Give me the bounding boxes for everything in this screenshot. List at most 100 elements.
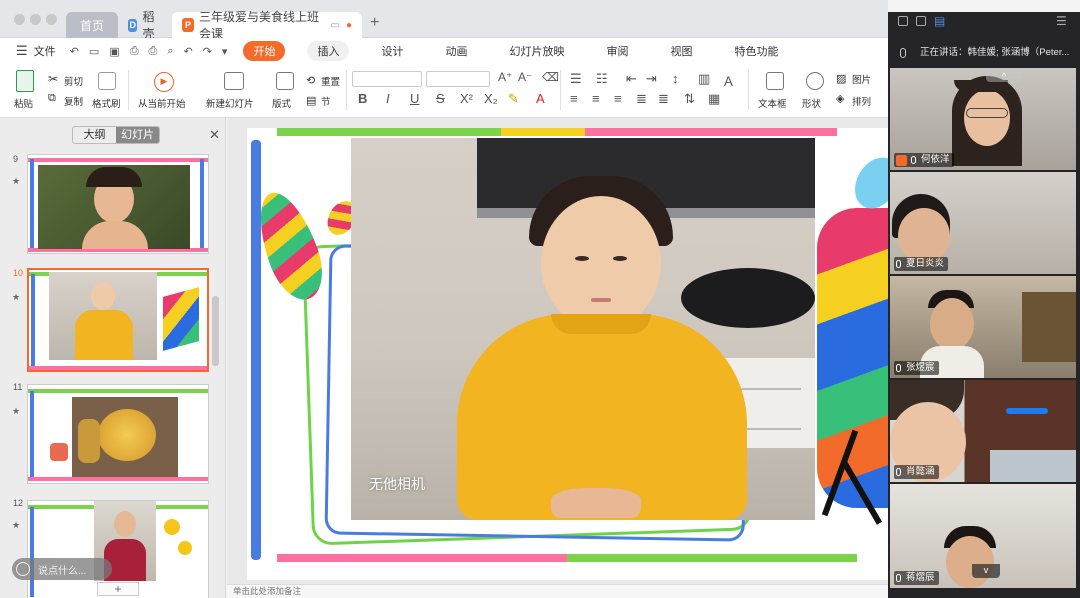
- menu-slideshow[interactable]: 幻灯片放映: [499, 41, 574, 61]
- slides-tab[interactable]: 幻灯片: [116, 127, 159, 143]
- hamburger-menu-icon[interactable]: ☰: [16, 43, 28, 59]
- menu-review[interactable]: 审阅: [596, 41, 638, 61]
- font-size-select[interactable]: [426, 71, 490, 87]
- slide-thumbnail-9[interactable]: [27, 154, 209, 254]
- bullet-list-icon[interactable]: ☰: [570, 71, 582, 87]
- window-minimize-dot[interactable]: [30, 14, 41, 25]
- participant-tile[interactable]: ^ 何依洋: [890, 68, 1076, 170]
- menu-design[interactable]: 设计: [371, 41, 413, 61]
- bold-icon[interactable]: B: [358, 91, 367, 106]
- play-icon[interactable]: ▶: [154, 72, 174, 92]
- layout-icon[interactable]: [276, 72, 294, 90]
- shape-icon[interactable]: [806, 72, 824, 90]
- preview-icon[interactable]: ⌕: [167, 45, 173, 58]
- play-from-current-button[interactable]: 从当前开始: [138, 96, 186, 110]
- slide-thumbnail-11[interactable]: [27, 384, 209, 484]
- participant-tile[interactable]: 肖懿涵: [890, 380, 1076, 482]
- highlight-color-icon[interactable]: ✎: [508, 91, 519, 107]
- section-button[interactable]: 节: [321, 94, 331, 108]
- new-slide-button[interactable]: 新建幻灯片: [206, 96, 254, 110]
- expand-chevron-icon[interactable]: v: [972, 564, 1000, 578]
- layout-switch-icon[interactable]: ▤: [934, 14, 945, 28]
- reset-button[interactable]: 重置: [321, 74, 340, 88]
- format-painter-icon[interactable]: [98, 72, 116, 90]
- export-icon[interactable]: ⎙: [130, 45, 139, 58]
- clear-format-icon[interactable]: ⌫: [542, 70, 559, 84]
- font-family-select[interactable]: [352, 71, 422, 87]
- italic-icon[interactable]: I: [386, 91, 390, 106]
- menu-animation[interactable]: 动画: [435, 41, 477, 61]
- open-folder-icon[interactable]: ▭: [89, 45, 99, 58]
- tab-document[interactable]: P 三年级爱与美食线上班会课 ▭ ●: [172, 10, 362, 41]
- menu-icon[interactable]: ☰: [1056, 14, 1067, 28]
- layout-button[interactable]: 版式: [272, 96, 291, 110]
- notes-field[interactable]: 单击此处添加备注: [227, 584, 888, 598]
- increase-font-icon[interactable]: A⁺: [498, 70, 512, 84]
- participant-tile[interactable]: 夏日炎炎: [890, 172, 1076, 274]
- cut-button[interactable]: 剪切: [64, 74, 83, 88]
- copy-button[interactable]: 复制: [64, 94, 83, 108]
- justify-icon[interactable]: ≣: [636, 91, 647, 107]
- shape-button[interactable]: 形状: [802, 96, 821, 110]
- window-icon[interactable]: [916, 16, 926, 26]
- outline-tab[interactable]: 大纲: [73, 127, 116, 143]
- column-icon[interactable]: ▥: [698, 71, 710, 87]
- menu-special[interactable]: 特色功能: [724, 41, 788, 61]
- underline-icon[interactable]: U: [410, 91, 419, 106]
- tab-daoke[interactable]: D 稻壳: [118, 10, 170, 41]
- save-icon[interactable]: ▣: [109, 45, 119, 58]
- decrease-indent-icon[interactable]: ⇤: [626, 71, 637, 87]
- smart-art-icon[interactable]: ▦: [708, 91, 720, 107]
- paste-icon[interactable]: [16, 70, 34, 92]
- undo-icon[interactable]: ↶: [70, 45, 79, 58]
- back-icon[interactable]: ↶: [183, 45, 192, 58]
- distributed-icon[interactable]: ≣: [658, 91, 669, 107]
- text-align-icon[interactable]: ⇅: [684, 91, 695, 107]
- window-icon[interactable]: ▭: [331, 20, 340, 31]
- line-spacing-icon[interactable]: ↕: [672, 71, 679, 86]
- strikethrough-icon[interactable]: S: [436, 91, 445, 106]
- current-slide[interactable]: 无他相机: [247, 128, 888, 580]
- tab-home[interactable]: 首页: [66, 12, 118, 38]
- decrease-font-icon[interactable]: A⁻: [518, 70, 532, 84]
- scissors-icon[interactable]: ✂: [48, 72, 58, 86]
- text-direction-icon[interactable]: Ａ: [722, 71, 735, 90]
- quick-access-dropdown-icon[interactable]: ▾: [222, 45, 228, 58]
- arrange-icon[interactable]: ◈: [836, 92, 844, 105]
- participant-tile[interactable]: 张煜宸: [890, 276, 1076, 378]
- reset-icon[interactable]: ⟲: [306, 74, 315, 87]
- arrange-button[interactable]: 排列: [852, 94, 871, 108]
- add-slide-button[interactable]: +: [97, 582, 139, 596]
- file-menu[interactable]: 文件: [34, 43, 56, 59]
- align-left-icon[interactable]: ≡: [570, 91, 578, 106]
- panel-scrollbar[interactable]: [212, 296, 219, 366]
- format-painter-button[interactable]: 格式刷: [92, 96, 121, 110]
- participant-tile[interactable]: v 蒋熠辰: [890, 484, 1076, 588]
- menu-start[interactable]: 开始: [243, 41, 286, 61]
- new-slide-icon[interactable]: [224, 72, 244, 90]
- textbox-button[interactable]: 文本框: [758, 96, 787, 110]
- picture-icon[interactable]: ▨: [836, 72, 846, 85]
- align-right-icon[interactable]: ≡: [614, 91, 622, 106]
- chat-input[interactable]: 说点什么...: [12, 558, 112, 580]
- close-panel-icon[interactable]: ✕: [209, 127, 220, 143]
- paste-button[interactable]: 粘贴: [14, 96, 33, 110]
- slide-thumbnail-10[interactable]: [27, 268, 209, 372]
- menu-insert[interactable]: 插入: [307, 41, 350, 61]
- picture-button[interactable]: 图片: [852, 72, 871, 86]
- increase-indent-icon[interactable]: ⇥: [646, 71, 657, 87]
- superscript-icon[interactable]: X²: [460, 91, 473, 106]
- subscript-icon[interactable]: X₂: [484, 91, 498, 106]
- collapse-chevron-icon[interactable]: ^: [986, 70, 1022, 82]
- new-tab-plus-icon[interactable]: +: [370, 14, 379, 32]
- window-zoom-dot[interactable]: [46, 14, 57, 25]
- align-center-icon[interactable]: ≡: [592, 91, 600, 106]
- copy-icon[interactable]: ⧉: [48, 92, 56, 105]
- expand-icon[interactable]: [898, 16, 908, 26]
- forward-icon[interactable]: ↷: [203, 45, 212, 58]
- section-icon[interactable]: ▤: [306, 94, 316, 107]
- textbox-icon[interactable]: [766, 72, 784, 90]
- menu-view[interactable]: 视图: [660, 41, 702, 61]
- window-close-dot[interactable]: [14, 14, 25, 25]
- emoji-icon[interactable]: [16, 562, 30, 576]
